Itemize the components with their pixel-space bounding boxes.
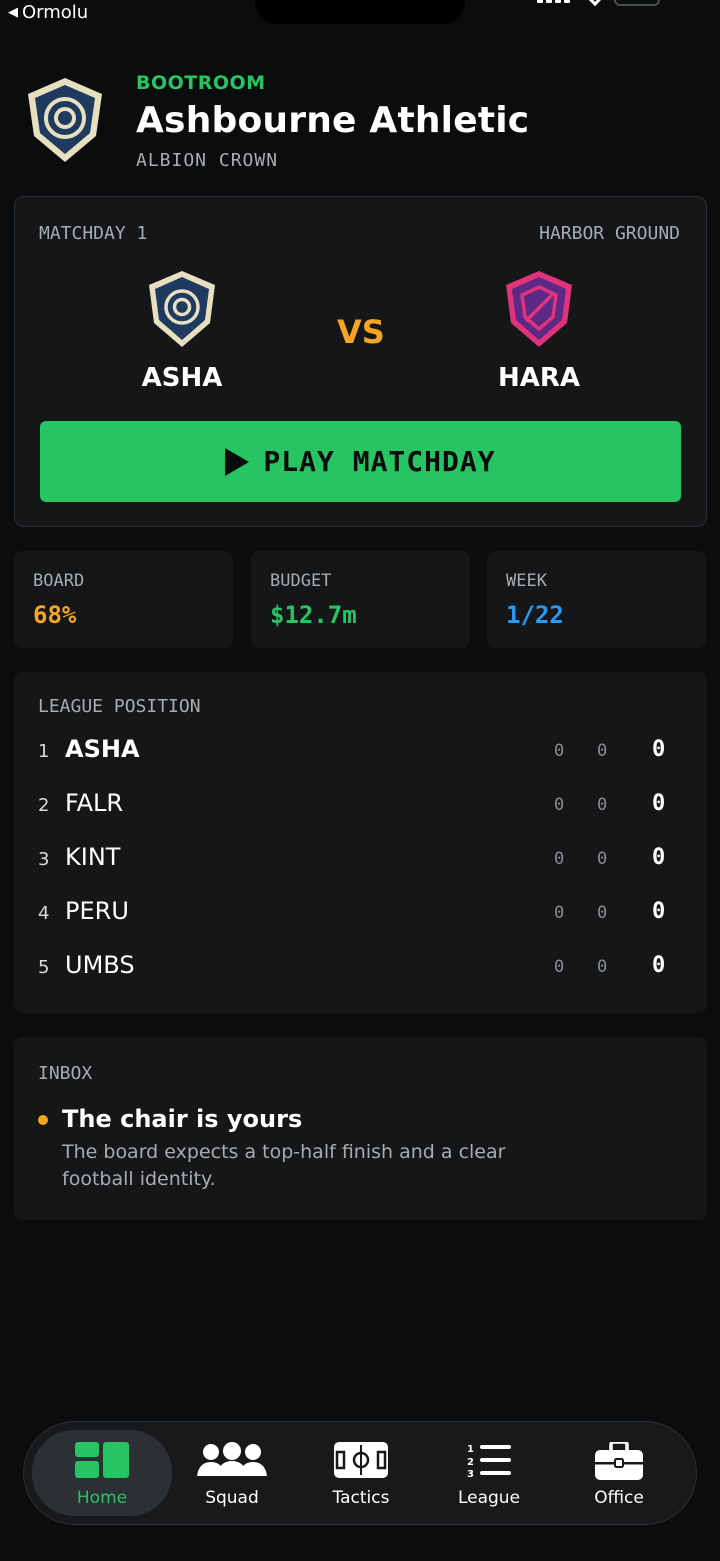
league-name: ALBION CROWN [136, 150, 279, 171]
svg-text:2: 2 [467, 1457, 474, 1468]
table-row: 3 KINT 0 0 0 [14, 839, 707, 879]
row-team: PERU [65, 897, 129, 925]
app-kicker: BOOTROOM [136, 72, 266, 94]
tab-league[interactable]: 1 2 3 League [419, 1430, 559, 1516]
row-points: 0 [652, 953, 666, 978]
office-briefcase-icon [595, 1442, 643, 1480]
back-app-label: Ormolu [22, 2, 89, 23]
play-matchday-button[interactable]: PLAY MATCHDAY [40, 421, 681, 502]
row-points: 0 [652, 845, 666, 870]
club-crest-icon [28, 78, 102, 162]
back-triangle-icon: ◀ [8, 5, 18, 20]
away-team: HARA [469, 269, 609, 393]
tab-tactics-label: Tactics [332, 1488, 390, 1508]
status-indicators [537, 0, 603, 7]
wifi-icon [587, 0, 603, 7]
row-team: UMBS [65, 951, 135, 979]
budget-stat-card: BUDGET $12.7m [251, 551, 470, 648]
row-position: 5 [38, 957, 50, 978]
row-position: 1 [38, 741, 50, 762]
week-stat-card: WEEK 1/22 [487, 551, 706, 648]
table-row: 5 UMBS 0 0 0 [14, 947, 707, 987]
row-points: 0 [652, 899, 666, 924]
away-crest-icon [506, 271, 572, 347]
row-stat-2: 0 [597, 849, 608, 869]
tab-squad-label: Squad [205, 1488, 259, 1508]
row-stat-1: 0 [554, 903, 565, 923]
row-stat-1: 0 [554, 741, 565, 761]
unread-dot-icon [38, 1115, 48, 1125]
board-label: BOARD [33, 571, 85, 591]
row-stat-2: 0 [597, 795, 608, 815]
play-matchday-label: PLAY MATCHDAY [263, 445, 496, 478]
inbox-title: INBOX [38, 1063, 93, 1084]
league-list-icon: 1 2 3 [467, 1444, 511, 1478]
row-stat-2: 0 [597, 957, 608, 977]
inbox-card[interactable]: INBOX The chair is yours The board expec… [14, 1037, 707, 1220]
home-team: ASHA [112, 269, 252, 393]
board-stat-card: BOARD 68% [14, 551, 233, 648]
matchday-label: MATCHDAY 1 [39, 223, 148, 244]
next-match-card: MATCHDAY 1 HARBOR GROUND ASHA VS HARA PL… [14, 196, 707, 527]
play-icon [225, 447, 250, 476]
league-position-card[interactable]: LEAGUE POSITION 1 ASHA 0 0 0 2 FALR 0 0 … [14, 672, 707, 1013]
club-name: Ashbourne Athletic [136, 100, 530, 141]
message-title: The chair is yours [62, 1105, 303, 1133]
away-team-abbr: HARA [497, 363, 581, 393]
row-points: 0 [652, 791, 666, 816]
row-points: 0 [652, 737, 666, 762]
row-stat-1: 0 [554, 957, 565, 977]
home-grid-icon [75, 1442, 129, 1478]
row-team: FALR [65, 789, 124, 817]
row-stat-1: 0 [554, 849, 565, 869]
back-to-app-link[interactable]: ◀ Ormolu [8, 2, 88, 23]
status-bar: ◀ Ormolu [0, 0, 720, 30]
club-header: BOOTROOM Ashbourne Athletic ALBION CROWN [24, 70, 704, 180]
tactics-pitch-icon [334, 1442, 388, 1478]
row-team: KINT [65, 843, 121, 871]
board-value: 68% [33, 601, 77, 629]
versus-label: VS [337, 313, 385, 351]
table-row: 1 ASHA 0 0 0 [14, 731, 707, 771]
row-stat-2: 0 [597, 741, 608, 761]
signal-icon [537, 0, 570, 3]
svg-text:3: 3 [467, 1469, 474, 1478]
tab-home-label: Home [76, 1488, 128, 1508]
venue-label: HARBOR GROUND [539, 223, 680, 244]
squad-people-icon [197, 1442, 267, 1476]
camera-notch [255, 0, 465, 24]
row-stat-2: 0 [597, 903, 608, 923]
message-body: The board expects a top-half finish and … [62, 1141, 506, 1190]
tab-office[interactable]: Office [549, 1430, 689, 1516]
bottom-tab-bar: Home Squad Tactics 1 2 3 League Office [23, 1421, 697, 1525]
battery-icon [614, 0, 660, 6]
svg-text:1: 1 [467, 1444, 474, 1455]
tab-office-label: Office [594, 1488, 644, 1508]
table-row: 4 PERU 0 0 0 [14, 893, 707, 933]
tab-home[interactable]: Home [32, 1430, 172, 1516]
budget-label: BUDGET [270, 571, 332, 591]
week-label: WEEK [506, 571, 547, 591]
row-position: 3 [38, 849, 50, 870]
home-crest-icon [149, 271, 215, 347]
row-team: ASHA [65, 735, 140, 763]
row-position: 4 [38, 903, 50, 924]
tab-league-label: League [457, 1488, 521, 1508]
table-row: 2 FALR 0 0 0 [14, 785, 707, 825]
row-position: 2 [38, 795, 50, 816]
tab-squad[interactable]: Squad [162, 1430, 302, 1516]
tab-tactics[interactable]: Tactics [291, 1430, 431, 1516]
league-position-title: LEAGUE POSITION [38, 696, 201, 717]
home-team-abbr: ASHA [141, 363, 223, 393]
budget-value: $12.7m [270, 601, 357, 629]
row-stat-1: 0 [554, 795, 565, 815]
week-value: 1/22 [506, 601, 564, 629]
